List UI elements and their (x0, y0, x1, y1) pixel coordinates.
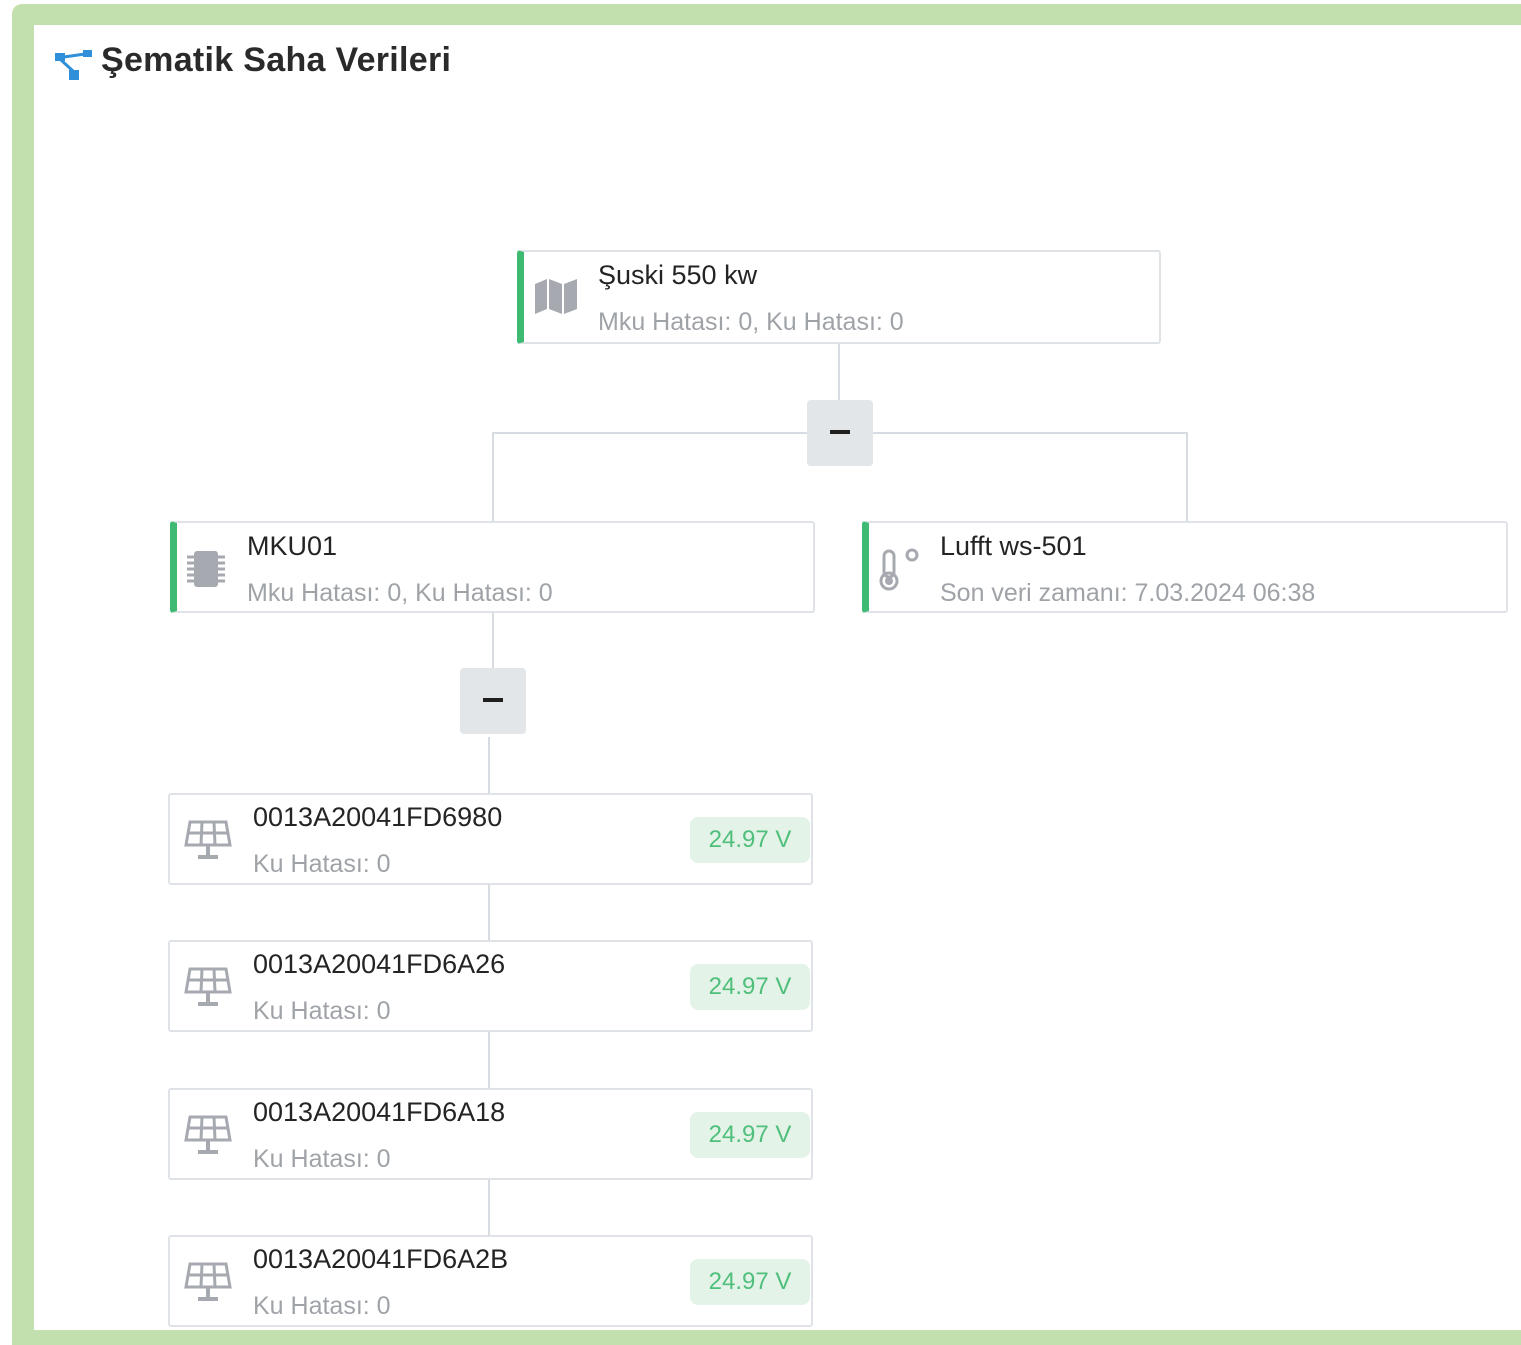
voltage-badge: 24.97 V (690, 817, 810, 863)
mku-node-title: MKU01 (247, 531, 338, 561)
weather-station-title: Lufft ws-501 (940, 531, 1087, 561)
collapse-mku-button[interactable] (460, 668, 526, 734)
root-node-subtitle: Mku Hatası: 0, Ku Hatası: 0 (598, 308, 904, 336)
root-node[interactable]: Şuski 550 kw Mku Hatası: 0, Ku Hatası: 0 (517, 250, 1161, 344)
panel-subtitle: Ku Hatası: 0 (253, 850, 391, 878)
panel-id: 0013A20041FD6A18 (253, 1097, 506, 1127)
weather-station-subtitle: Son veri zamanı: 7.03.2024 06:38 (940, 579, 1316, 607)
map-icon (535, 279, 577, 314)
panel-node[interactable]: 0013A20041FD6980 Ku Hatası: 0 24.97 V (168, 793, 813, 885)
root-node-title: Şuski 550 kw (598, 260, 758, 290)
connector-line (838, 343, 840, 401)
voltage-badge: 24.97 V (690, 1259, 810, 1305)
panel-subtitle: Ku Hatası: 0 (253, 997, 391, 1025)
solar-panel-icon (184, 1115, 232, 1154)
panel-node[interactable]: 0013A20041FD6A18 Ku Hatası: 0 24.97 V (168, 1088, 813, 1180)
panel-node[interactable]: 0013A20041FD6A2B Ku Hatası: 0 24.97 V (168, 1235, 813, 1327)
panel-subtitle: Ku Hatası: 0 (253, 1292, 391, 1320)
panel-node[interactable]: 0013A20041FD6A26 Ku Hatası: 0 24.97 V (168, 940, 813, 1032)
solar-panel-icon (184, 1262, 232, 1301)
collapse-root-button[interactable] (807, 400, 873, 466)
mku-node-subtitle: Mku Hatası: 0, Ku Hatası: 0 (247, 579, 553, 607)
connector-line (872, 432, 1188, 434)
mku-node[interactable]: MKU01 Mku Hatası: 0, Ku Hatası: 0 (170, 521, 815, 613)
chip-icon (187, 551, 225, 587)
sitemap-icon (55, 50, 92, 80)
voltage-badge: 24.97 V (690, 1112, 810, 1158)
panel-id: 0013A20041FD6A26 (253, 949, 506, 979)
connector-line (492, 612, 494, 669)
page-title: Şematik Saha Verileri (101, 41, 452, 79)
weather-station-node[interactable]: Lufft ws-501 Son veri zamanı: 7.03.2024 … (862, 521, 1508, 613)
connector-line (492, 432, 494, 522)
thermometer-icon (879, 548, 919, 591)
voltage-badge: 24.97 V (690, 964, 810, 1010)
minus-icon (830, 430, 850, 434)
solar-panel-icon (184, 967, 232, 1006)
panel-subtitle: Ku Hatası: 0 (253, 1145, 391, 1173)
panel-id: 0013A20041FD6980 (253, 802, 503, 832)
solar-panel-icon (184, 820, 232, 859)
connector-line (493, 432, 807, 434)
minus-icon (483, 698, 503, 702)
connector-line (1186, 432, 1188, 522)
panel-id: 0013A20041FD6A2B (253, 1244, 509, 1274)
